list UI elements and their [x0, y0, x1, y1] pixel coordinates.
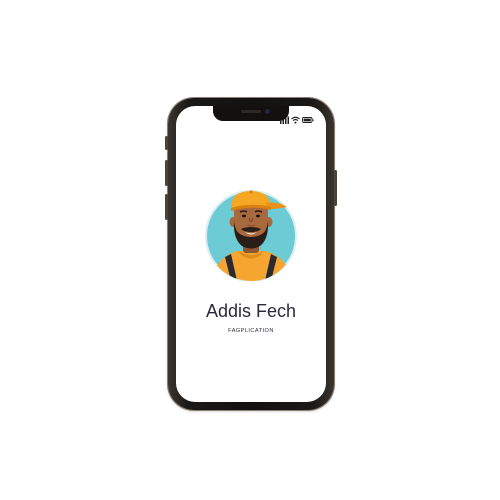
- stage: Addis Fech FAGPLICATION: [0, 0, 500, 500]
- signal-icon: [280, 111, 289, 124]
- phone-screen: Addis Fech FAGPLICATION: [176, 106, 326, 402]
- volume-up-button: [165, 160, 168, 186]
- power-button: [334, 170, 337, 206]
- silent-switch: [165, 136, 168, 150]
- volume-down-button: [165, 194, 168, 220]
- phone-frame: Addis Fech FAGPLICATION: [165, 98, 337, 410]
- app-title: Addis Fech: [205, 301, 297, 321]
- battery-icon: [302, 111, 314, 123]
- status-bar: [280, 111, 314, 124]
- app-logo-avatar: [203, 185, 299, 282]
- app-subtitle: FAGPLICATION: [228, 328, 274, 334]
- speaker-grille: [241, 110, 261, 113]
- notch: [213, 106, 289, 121]
- wifi-icon: [291, 111, 300, 124]
- front-camera: [265, 109, 270, 114]
